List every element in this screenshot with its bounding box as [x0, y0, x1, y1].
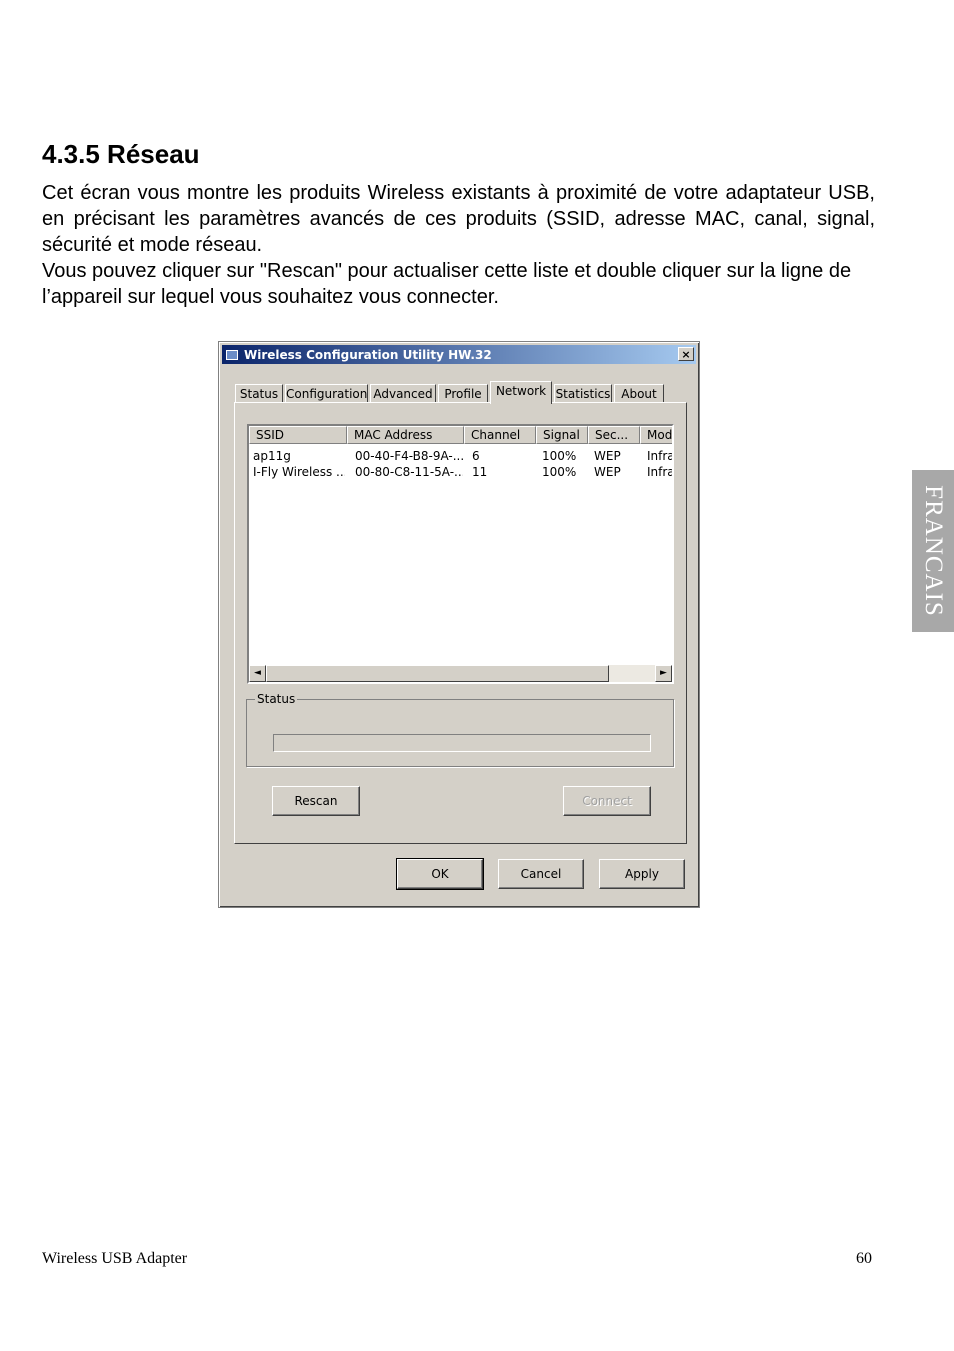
- scroll-thumb[interactable]: [266, 665, 609, 682]
- cancel-button[interactable]: Cancel: [498, 859, 584, 889]
- row1-mac[interactable]: 00-40-F4-B8-9A-...: [355, 448, 463, 464]
- dialog-titlebar[interactable]: Wireless Configuration Utility HW.32 ×: [222, 345, 696, 364]
- horizontal-scrollbar[interactable]: ◄ ►: [249, 665, 672, 682]
- row1-channel[interactable]: 6: [472, 448, 532, 464]
- scroll-left-icon[interactable]: ◄: [249, 665, 266, 682]
- row2-mac[interactable]: 00-80-C8-11-5A-...: [355, 464, 463, 480]
- language-side-tab: FRANCAIS: [912, 470, 954, 632]
- column-header-mac[interactable]: MAC Address: [347, 426, 464, 444]
- intro-paragraph: Cet écran vous montre les produits Wirel…: [42, 182, 875, 256]
- row1-mode[interactable]: Infra: [647, 448, 672, 464]
- tab-about[interactable]: About: [614, 384, 664, 403]
- language-label: FRANCAIS: [920, 485, 947, 617]
- rescan-button[interactable]: Rescan: [272, 786, 360, 816]
- ok-button[interactable]: OK: [396, 858, 484, 890]
- dialog-title: Wireless Configuration Utility HW.32: [244, 347, 492, 362]
- status-group: Status: [246, 692, 674, 767]
- row2-security[interactable]: WEP: [594, 464, 638, 480]
- network-list[interactable]: SSID MAC Address Channel Signal Sec... M…: [247, 424, 674, 684]
- tab-profile[interactable]: Profile: [438, 384, 488, 403]
- row1-signal[interactable]: 100%: [542, 448, 586, 464]
- row2-mode[interactable]: Infra: [647, 464, 672, 480]
- row1-ssid[interactable]: ap11g: [253, 448, 345, 464]
- app-icon: [226, 349, 238, 360]
- network-tab-panel: SSID MAC Address Channel Signal Sec... M…: [234, 402, 687, 844]
- status-progress-bar: [273, 734, 651, 752]
- tab-status[interactable]: Status: [235, 384, 283, 403]
- tab-configuration[interactable]: Configuration: [285, 384, 368, 403]
- tab-network[interactable]: Network: [490, 381, 552, 404]
- footer-product-name: Wireless USB Adapter: [42, 1250, 188, 1267]
- footer-page-number: 60: [856, 1250, 872, 1267]
- row2-ssid[interactable]: I-Fly Wireless ...: [253, 464, 345, 480]
- tab-statistics[interactable]: Statistics: [554, 384, 612, 403]
- row1-security[interactable]: WEP: [594, 448, 638, 464]
- column-header-signal[interactable]: Signal: [536, 426, 588, 444]
- scroll-right-icon[interactable]: ►: [655, 665, 672, 682]
- close-button[interactable]: ×: [678, 347, 694, 361]
- config-utility-dialog: Wireless Configuration Utility HW.32 × S…: [218, 341, 700, 908]
- status-group-label: Status: [255, 692, 298, 706]
- connect-button[interactable]: Connect: [563, 786, 651, 816]
- apply-button[interactable]: Apply: [599, 859, 685, 889]
- column-header-channel[interactable]: Channel: [464, 426, 536, 444]
- row2-channel[interactable]: 11: [472, 464, 532, 480]
- column-header-mode[interactable]: Mod: [640, 426, 672, 444]
- column-header-ssid[interactable]: SSID: [249, 426, 347, 444]
- row2-signal[interactable]: 100%: [542, 464, 586, 480]
- instruction-paragraph: Vous pouvez cliquer sur "Rescan" pour ac…: [42, 260, 852, 308]
- column-header-security[interactable]: Sec...: [588, 426, 640, 444]
- section-heading: 4.3.5 Réseau: [42, 139, 200, 169]
- tab-advanced[interactable]: Advanced: [370, 384, 436, 403]
